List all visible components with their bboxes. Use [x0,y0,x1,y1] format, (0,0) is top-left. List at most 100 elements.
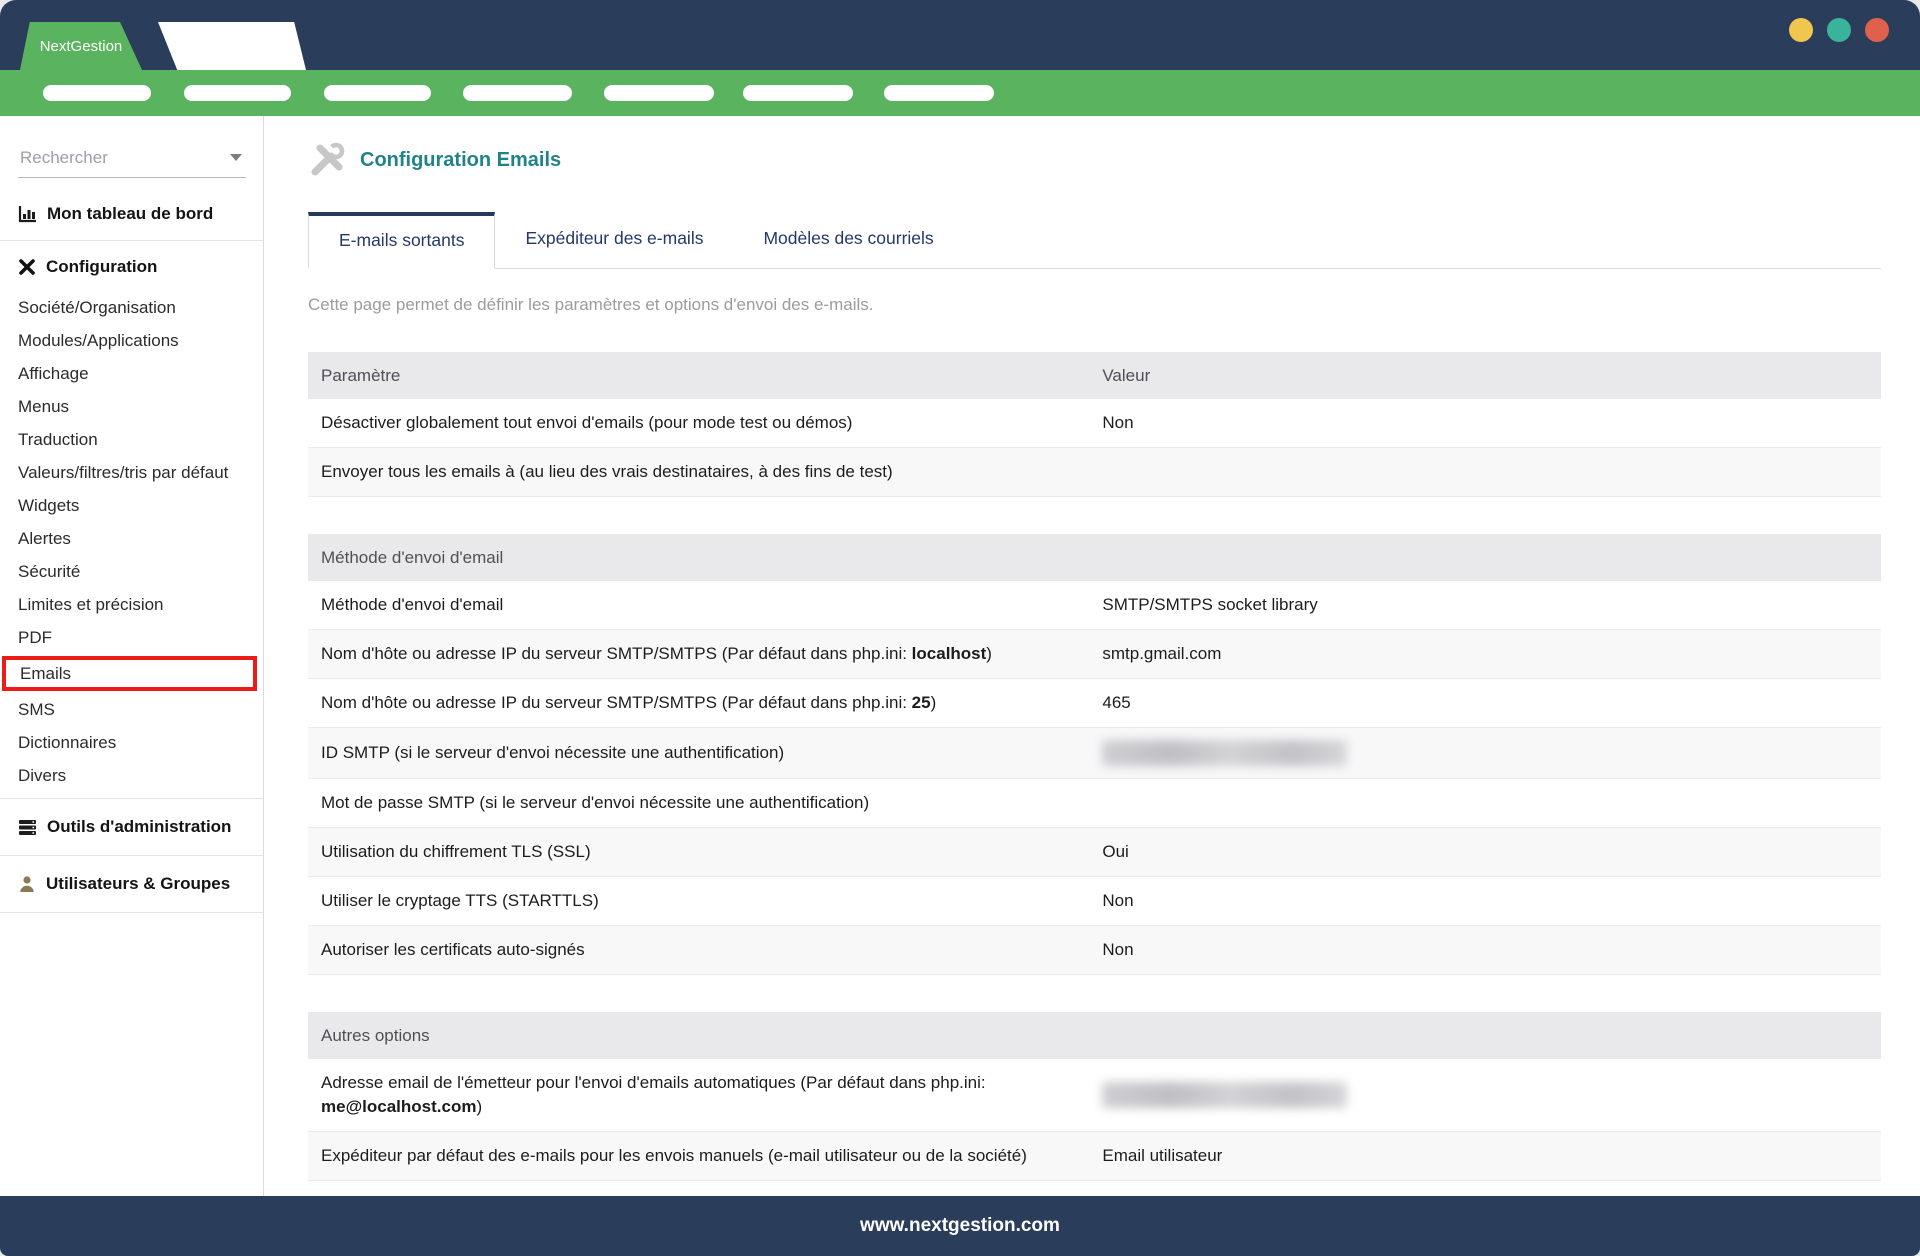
config-row: Utiliser le cryptage TTS (STARTTLS)Non [308,877,1881,926]
config-row: Nom d'hôte ou adresse IP du serveur SMTP… [308,630,1881,679]
table-rows: Désactiver globalement tout envoi d'emai… [308,399,1881,497]
config-row: Mot de passe SMTP (si le serveur d'envoi… [308,779,1881,828]
table-header: Autres options [308,1012,1881,1059]
param-label: E-mail utilisé pour les retours d'erreur… [308,1181,1102,1196]
settings-table: Méthode d'envoi d'email Méthode d'envoi d… [308,534,1881,975]
config-row: Méthode d'envoi d'emailSMTP/SMTPS socket… [308,581,1881,630]
sidebar-item-modules-applications[interactable]: Modules/Applications [0,324,263,357]
sidebar-item-sms[interactable]: SMS [0,693,263,726]
sidebar-item-emails[interactable]: Emails [2,656,257,691]
param-value: SMTP/SMTPS socket library [1102,581,1881,629]
config-row: ID SMTP (si le serveur d'envoi nécessite… [308,728,1881,779]
param-value [1102,1070,1881,1120]
table-header-param: Autres options [308,1026,1102,1046]
main-navbar [0,70,1920,116]
param-value [1102,728,1881,778]
sidebar-item-dictionnaires[interactable]: Dictionnaires [0,726,263,759]
sidebar-divider [0,240,263,241]
search-input[interactable] [18,147,230,169]
sidebar-divider [0,798,263,799]
sidebar-item-dashboard[interactable]: Mon tableau de bord [0,194,263,234]
tools-icon [308,141,346,179]
main-content: Configuration Emails E-mails sortantsExp… [264,116,1920,1196]
traffic-light-yellow[interactable] [1789,18,1813,42]
sidebar-item-valeurs-filtres-tris-par-defaut[interactable]: Valeurs/filtres/tris par défaut [0,456,263,489]
brand-tab[interactable]: NextGestion [20,22,142,70]
nav-item-blurred[interactable] [604,85,714,101]
sidebar-item-traduction[interactable]: Traduction [0,423,263,456]
param-value: Non [1102,926,1881,974]
nav-item-blurred[interactable] [184,85,291,101]
config-row: Autoriser les certificats auto-signésNon [308,926,1881,975]
redacted-value [1102,740,1347,766]
param-label: Autoriser les certificats auto-signés [308,926,1102,974]
param-value: Email utilisateur [1102,1132,1881,1180]
param-value: Oui [1102,828,1881,876]
table-rows: Adresse email de l'émetteur pour l'envoi… [308,1059,1881,1196]
sidebar-item-securite[interactable]: Sécurité [0,555,263,588]
sidebar-divider [0,855,263,856]
sidebar-section-label: Outils d'administration [47,817,231,837]
bar-chart-icon [18,206,37,223]
traffic-light-red[interactable] [1865,18,1889,42]
param-value: Non [1102,877,1881,925]
sidebar-item-limites-et-precision[interactable]: Limites et précision [0,588,263,621]
param-label: Adresse email de l'émetteur pour l'envoi… [308,1059,1102,1131]
config-row: Envoyer tous les emails à (au lieu des v… [308,448,1881,497]
param-label: ID SMTP (si le serveur d'envoi nécessite… [308,729,1102,777]
nav-item-blurred[interactable] [324,85,431,101]
traffic-light-teal[interactable] [1827,18,1851,42]
config-row: Utilisation du chiffrement TLS (SSL)Oui [308,828,1881,877]
config-row: Adresse email de l'émetteur pour l'envoi… [308,1059,1881,1132]
sidebar-item-divers[interactable]: Divers [0,759,263,792]
nav-item-blurred[interactable] [43,85,151,101]
brand-label: NextGestion [40,38,123,55]
table-header: Méthode d'envoi d'email [308,534,1881,581]
param-label: Désactiver globalement tout envoi d'emai… [308,399,1102,447]
sidebar-item-pdf[interactable]: PDF [0,621,263,654]
param-value: smtp.gmail.com [1102,630,1881,678]
param-label: Mot de passe SMTP (si le serveur d'envoi… [308,779,1102,827]
param-value [1102,791,1881,815]
param-label: Envoyer tous les emails à (au lieu des v… [308,448,1102,496]
sidebar-section-users-groups[interactable]: Utilisateurs & Groupes [0,862,263,906]
tab-expediteur-des-e-mails[interactable]: Expéditeur des e-mails [495,212,733,268]
nav-item-blurred[interactable] [463,85,572,101]
nav-item-blurred[interactable] [743,85,853,101]
settings-table: ParamètreValeurDésactiver globalement to… [308,352,1881,497]
table-header-value: Valeur [1102,366,1881,386]
param-label: Utiliser le cryptage TTS (STARTTLS) [308,877,1102,925]
config-row: Nom d'hôte ou adresse IP du serveur SMTP… [308,679,1881,728]
param-label: Nom d'hôte ou adresse IP du serveur SMTP… [308,630,1102,678]
tab-modeles-des-courriels[interactable]: Modèles des courriels [733,212,963,268]
sidebar-section-configuration[interactable]: Configuration [0,247,263,287]
table-header: ParamètreValeur [308,352,1881,399]
table-rows: Méthode d'envoi d'emailSMTP/SMTPS socket… [308,581,1881,975]
sidebar-item-widgets[interactable]: Widgets [0,489,263,522]
table-header-param: Méthode d'envoi d'email [308,548,1102,568]
app-window: NextGestion Mon tableau de b [0,0,1920,1256]
body-row: Mon tableau de bord Configuration Sociét… [0,116,1920,1196]
config-row: Expéditeur par défaut des e-mails pour l… [308,1132,1881,1181]
traffic-lights [1789,18,1889,42]
sidebar-item-societe-organisation[interactable]: Société/Organisation [0,291,263,324]
param-label: Utilisation du chiffrement TLS (SSL) [308,828,1102,876]
configuration-menu: Société/OrganisationModules/Applications… [0,291,263,792]
sidebar-item-alertes[interactable]: Alertes [0,522,263,555]
sidebar-section-admin-tools[interactable]: Outils d'administration [0,805,263,849]
nav-item-blurred[interactable] [884,85,994,101]
settings-table: Autres options Adresse email de l'émetteu… [308,1012,1881,1196]
sidebar-search [18,138,246,178]
sidebar: Mon tableau de bord Configuration Sociét… [0,116,264,1196]
sidebar-item-affichage[interactable]: Affichage [0,357,263,390]
footer-url: www.nextgestion.com [860,1215,1060,1237]
footer: www.nextgestion.com [0,1196,1920,1256]
sidebar-item-menus[interactable]: Menus [0,390,263,423]
param-label: Expéditeur par défaut des e-mails pour l… [308,1132,1102,1180]
tab-e-mails-sortants[interactable]: E-mails sortants [308,212,495,269]
chevron-down-icon[interactable] [230,154,242,161]
blurred-tab[interactable] [158,22,306,70]
config-row: Désactiver globalement tout envoi d'emai… [308,399,1881,448]
config-row: E-mail utilisé pour les retours d'erreur… [308,1181,1881,1196]
tools-icon [18,258,36,276]
